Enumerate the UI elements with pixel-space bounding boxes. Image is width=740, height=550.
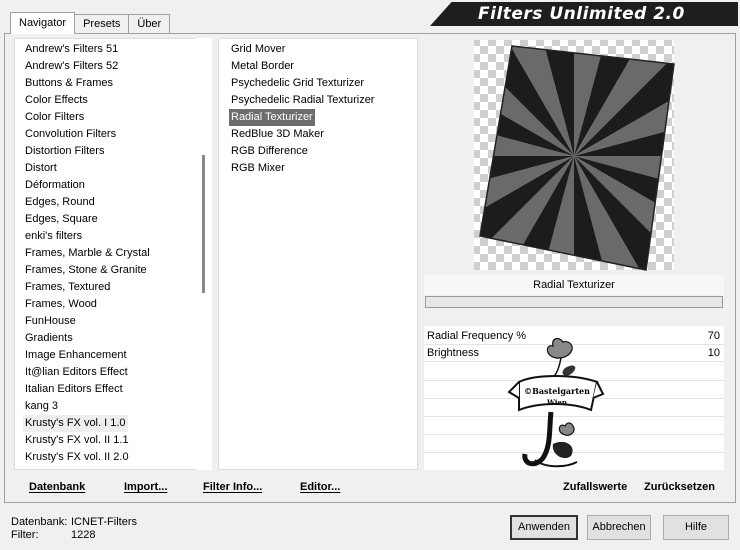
param-value[interactable]: 10 (708, 347, 720, 359)
database-button[interactable]: Datenbank (29, 478, 85, 496)
progress-bar (425, 296, 723, 308)
filter-item[interactable]: Metal Border (229, 58, 296, 75)
category-item[interactable]: FunHouse (23, 313, 78, 330)
category-item[interactable]: Krusty's FX vol. II 2.0 (23, 449, 131, 466)
tab-uber[interactable]: Über (128, 14, 171, 34)
import-button[interactable]: Import... (124, 478, 167, 496)
category-item[interactable]: kang 3 (23, 398, 60, 415)
category-item[interactable]: Distortion Filters (23, 143, 106, 160)
watermark-line2: Wien (546, 398, 567, 407)
category-item[interactable]: Italian Editors Effect (23, 381, 125, 398)
category-item[interactable]: Frames, Stone & Granite (23, 262, 149, 279)
category-item[interactable]: Déformation (23, 177, 87, 194)
brand-title: Filters Unlimited 2.0 (478, 4, 685, 24)
filter-count-info: Filter: 1228 (11, 528, 95, 542)
help-button[interactable]: Hilfe (663, 515, 729, 540)
category-item[interactable]: enki's filters (23, 228, 84, 245)
tab-presets[interactable]: Presets (74, 14, 130, 34)
filter-item[interactable]: Radial Texturizer (229, 109, 315, 126)
category-item[interactable]: Edges, Round (23, 194, 97, 211)
filter-info-button[interactable]: Filter Info... (203, 478, 262, 496)
preview-filter-name: Radial Texturizer (424, 275, 724, 295)
database-info: Datenbank: ICNET-Filters (11, 515, 137, 529)
category-item[interactable]: Edges, Square (23, 211, 100, 228)
watermark-logo: ©Bastelgarten Wien (507, 337, 605, 468)
filter-list[interactable]: Grid Mover Metal Border Psychedelic Grid T… (218, 38, 418, 470)
filter-item[interactable]: Grid Mover (229, 41, 287, 58)
filter-item[interactable]: RGB Mixer (229, 160, 287, 177)
category-item[interactable]: Color Effects (23, 92, 90, 109)
cancel-button[interactable]: Abbrechen (587, 515, 651, 540)
category-scroll-thumb[interactable] (202, 155, 205, 293)
reset-button[interactable]: Zurücksetzen (644, 478, 715, 496)
tab-bar: Navigator Presets Über (10, 12, 171, 34)
database-info-value: ICNET-Filters (71, 516, 137, 528)
category-item[interactable]: Image Enhancement (23, 347, 129, 364)
category-item[interactable]: Convolution Filters (23, 126, 118, 143)
filter-count-label: Filter: (11, 529, 39, 541)
database-info-label: Datenbank: (11, 516, 68, 528)
category-item[interactable]: Frames, Textured (23, 279, 112, 296)
category-item[interactable]: Andrew's Filters 52 (23, 58, 120, 75)
radial-texture (480, 46, 674, 270)
filter-item[interactable]: Psychedelic Grid Texturizer (229, 75, 366, 92)
category-item[interactable]: Distort (23, 160, 59, 177)
random-values-button[interactable]: Zufallswerte (563, 478, 627, 496)
filter-count-value: 1228 (71, 529, 96, 541)
param-value[interactable]: 70 (708, 330, 720, 342)
category-item[interactable]: Frames, Wood (23, 296, 99, 313)
watermark-line1: ©Bastelgarten (524, 386, 590, 396)
category-item[interactable]: Krusty's FX vol. I 1.0 (23, 415, 128, 432)
apply-button[interactable]: Anwenden (510, 515, 578, 540)
category-item[interactable]: It@lian Editors Effect (23, 364, 130, 381)
param-name: Brightness (427, 347, 479, 359)
category-item[interactable]: Buttons & Frames (23, 75, 115, 92)
filter-item[interactable]: RedBlue 3D Maker (229, 126, 326, 143)
tab-navigator[interactable]: Navigator (10, 12, 76, 34)
filter-item[interactable]: Psychedelic Radial Texturizer (229, 92, 376, 109)
category-list[interactable]: Andrew's Filters 51 Andrew's Filters 52 Bu… (14, 38, 212, 470)
category-item[interactable]: Frames, Marble & Crystal (23, 245, 152, 262)
category-item[interactable]: Color Filters (23, 109, 86, 126)
category-item[interactable]: Andrew's Filters 51 (23, 41, 120, 58)
preview-area (424, 38, 724, 272)
category-item[interactable]: Gradients (23, 330, 75, 347)
editor-button[interactable]: Editor... (300, 478, 340, 496)
category-item[interactable]: Krusty's FX vol. II 1.1 (23, 432, 131, 449)
preview-image (474, 40, 675, 271)
filter-item[interactable]: RGB Difference (229, 143, 310, 160)
